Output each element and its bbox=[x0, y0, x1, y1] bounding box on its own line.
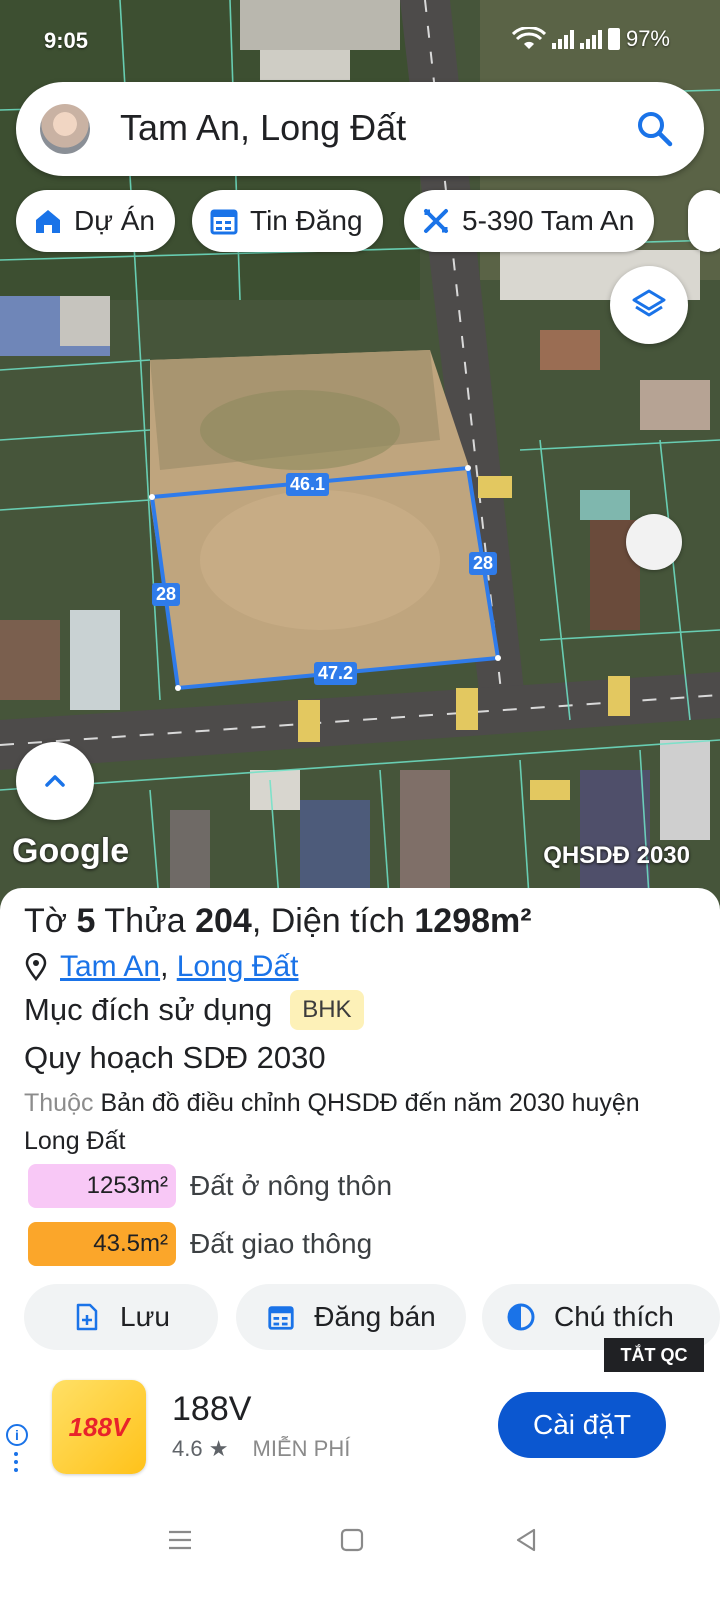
location-line: Tam An, Long Đất bbox=[24, 950, 299, 984]
area-label: , Diện tích bbox=[251, 902, 405, 940]
measure-top: 46.1 bbox=[286, 473, 330, 496]
signal-icon-2 bbox=[579, 29, 602, 49]
signal-icon bbox=[551, 29, 574, 49]
district-link[interactable]: Long Đất bbox=[177, 950, 299, 984]
legend-label: Chú thích bbox=[554, 1301, 674, 1332]
ruler-icon bbox=[424, 209, 448, 233]
house-icon bbox=[36, 210, 60, 233]
chevron-up-icon bbox=[45, 775, 65, 787]
battery-level: 97% bbox=[625, 26, 670, 51]
search-bar[interactable]: Tam An, Long Đất bbox=[16, 82, 704, 176]
menu-icon bbox=[169, 1530, 191, 1550]
post-sale-button[interactable]: Đăng bán bbox=[236, 1284, 466, 1350]
plan-description: Thuộc Bản đồ điều chỉnh QHSDĐ đến năm 20… bbox=[24, 1084, 664, 1160]
measure-bottom: 47.2 bbox=[314, 662, 358, 685]
calendar-icon bbox=[210, 209, 238, 235]
parcel-area: 1298m² bbox=[414, 902, 532, 940]
back-button[interactable] bbox=[506, 1520, 546, 1560]
calendar-icon bbox=[268, 1306, 294, 1330]
post-sale-label: Đăng bán bbox=[314, 1301, 436, 1332]
wifi-icon bbox=[511, 27, 546, 49]
search-query[interactable]: Tam An, Long Đất bbox=[120, 107, 406, 149]
measure-right: 28 bbox=[469, 552, 498, 575]
chip-label: Dự Án bbox=[74, 205, 155, 236]
measure-left: 28 bbox=[152, 583, 181, 606]
filter-chips: Dự Án Tin Đăng 5-390 Tam An bbox=[16, 190, 720, 252]
purpose-row: Mục đích sử dụng BHK bbox=[24, 990, 364, 1030]
ad-app-name[interactable]: 188V bbox=[172, 1390, 251, 1429]
belongs-text: Bản đồ điều chỉnh QHSDĐ đến năm 2030 huy… bbox=[24, 1089, 640, 1155]
ad-price: MIỄN PHÍ bbox=[252, 1436, 351, 1461]
avatar[interactable] bbox=[40, 104, 90, 154]
parcel-label: Thửa bbox=[104, 902, 186, 940]
google-watermark: Google bbox=[12, 832, 130, 870]
ad-app-icon-text: 188V bbox=[68, 1411, 130, 1442]
home-square-icon bbox=[340, 1528, 364, 1552]
chip-du-an[interactable]: Dự Án bbox=[16, 190, 175, 252]
ad-app-icon[interactable]: 188V bbox=[52, 1380, 146, 1474]
purpose-label: Mục đích sử dụng bbox=[24, 992, 273, 1027]
zone-row: 43.5m² Đất giao thông bbox=[28, 1222, 372, 1266]
expand-button[interactable] bbox=[16, 742, 94, 820]
ad-menu-icon[interactable] bbox=[14, 1452, 20, 1476]
battery-icon bbox=[607, 28, 620, 50]
chip-label: 5-390 Tam An bbox=[462, 205, 635, 236]
pin-icon bbox=[25, 953, 47, 981]
sheet-number: 5 bbox=[76, 902, 96, 940]
layers-button[interactable] bbox=[610, 266, 688, 344]
belongs-label: Thuộc bbox=[24, 1089, 94, 1117]
commune-link[interactable]: Tam An bbox=[60, 950, 160, 984]
ad-info-icon[interactable]: i bbox=[6, 1424, 28, 1446]
system-nav-bar bbox=[0, 1490, 720, 1604]
ad-rating: 4.6 ★ bbox=[172, 1436, 229, 1461]
parcel-number: 204 bbox=[195, 902, 252, 940]
search-icon[interactable] bbox=[632, 106, 678, 152]
save-label: Lưu bbox=[120, 1301, 170, 1332]
chip-parcel[interactable]: 5-390 Tam An bbox=[404, 190, 655, 252]
save-icon bbox=[76, 1303, 98, 1331]
chip-more[interactable] bbox=[688, 190, 720, 252]
zone-row: 1253m² Đất ở nông thôn bbox=[28, 1164, 392, 1208]
contrast-icon bbox=[507, 1303, 535, 1331]
purpose-badge: BHK bbox=[290, 990, 364, 1030]
save-button[interactable]: Lưu bbox=[24, 1284, 218, 1350]
zone-area-box: 43.5m² bbox=[28, 1222, 176, 1266]
zone-area-box: 1253m² bbox=[28, 1164, 176, 1208]
ad-rating-row: 4.6 ★ MIỄN PHÍ bbox=[172, 1436, 350, 1462]
zone-name: Đất giao thông bbox=[190, 1228, 373, 1259]
sheet-label: Tờ bbox=[24, 902, 68, 940]
layers-icon bbox=[632, 289, 666, 317]
back-triangle-icon bbox=[516, 1528, 536, 1552]
recents-button[interactable] bbox=[160, 1520, 200, 1560]
install-button[interactable]: Cài đặT bbox=[498, 1392, 666, 1458]
status-icons: 97% bbox=[511, 26, 670, 52]
home-button[interactable] bbox=[332, 1520, 372, 1560]
chip-label: Tin Đăng bbox=[250, 205, 363, 236]
map-layer-label: QHSDĐ 2030 bbox=[543, 842, 690, 869]
plan-title: Quy hoạch SDĐ 2030 bbox=[24, 1040, 326, 1075]
zone-name: Đất ở nông thôn bbox=[190, 1170, 393, 1201]
comma-separator: , bbox=[160, 950, 177, 983]
hide-ads-button[interactable]: TẮT QC bbox=[604, 1338, 704, 1372]
status-time: 9:05 bbox=[44, 28, 89, 53]
chip-tin-dang[interactable]: Tin Đăng bbox=[192, 190, 383, 252]
status-bar: 9:05 97% bbox=[0, 26, 720, 56]
parcel-title: Tờ 5 Thửa 204, Diện tích 1298m² bbox=[24, 902, 532, 941]
map-handle[interactable] bbox=[626, 514, 682, 570]
